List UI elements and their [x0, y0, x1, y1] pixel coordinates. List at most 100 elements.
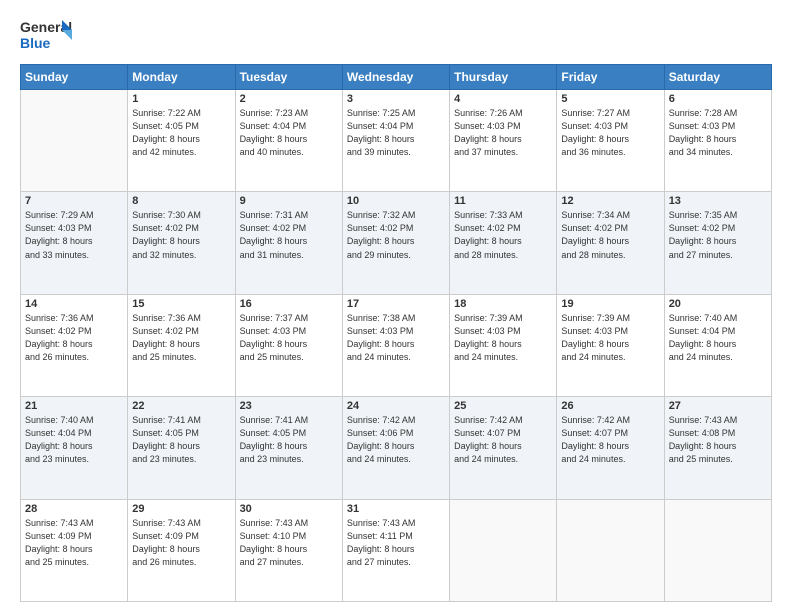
day-info: Sunrise: 7:36 AM Sunset: 4:02 PM Dayligh… — [132, 312, 230, 364]
calendar-cell: 22Sunrise: 7:41 AM Sunset: 4:05 PM Dayli… — [128, 397, 235, 499]
day-number: 25 — [454, 400, 552, 412]
day-number: 20 — [669, 298, 767, 310]
calendar-cell: 28 Sunrise: 7:43 AM Sunset: 4:09 PM Dayli… — [21, 499, 128, 601]
day-number: 19 — [561, 298, 659, 310]
day-info: Sunrise: 7:26 AM Sunset: 4:03 PM Dayligh… — [454, 107, 552, 159]
day-info: Sunrise: 7:43 AM Sunset: 4:08 PM Dayligh… — [669, 414, 767, 466]
day-of-week-header: Sunday — [21, 65, 128, 90]
day-of-week-header: Wednesday — [342, 65, 449, 90]
calendar-cell: 24 Sunrise: 7:42 AM Sunset: 4:06 PM Dayli… — [342, 397, 449, 499]
day-of-week-header: Saturday — [664, 65, 771, 90]
day-of-week-header: Monday — [128, 65, 235, 90]
day-number: 11 — [454, 195, 552, 207]
calendar-cell: 12 Sunrise: 7:34 AM Sunset: 4:02 PM Dayli… — [557, 192, 664, 294]
calendar-cell: 10 Sunrise: 7:32 AM Sunset: 4:02 PM Dayli… — [342, 192, 449, 294]
day-number: 15 — [132, 298, 230, 310]
calendar-cell: 31 Sunrise: 7:43 AM Sunset: 4:11 PM Dayli… — [342, 499, 449, 601]
day-info: Sunrise: 7:40 AM Sunset: 4:04 PM Dayligh… — [25, 414, 123, 466]
calendar-week-row: 14 Sunrise: 7:36 AM Sunset: 4:02 PM Dayli… — [21, 294, 772, 396]
calendar-cell: 5Sunrise: 7:27 AM Sunset: 4:03 PM Daylig… — [557, 90, 664, 192]
day-info: Sunrise: 7:35 AM Sunset: 4:02 PM Dayligh… — [669, 209, 767, 261]
day-info: Sunrise: 7:28 AM Sunset: 4:03 PM Dayligh… — [669, 107, 767, 159]
calendar-week-row: 1 Sunrise: 7:22 AM Sunset: 4:05 PM Daylig… — [21, 90, 772, 192]
day-number: 10 — [347, 195, 445, 207]
calendar-cell: 19 Sunrise: 7:39 AM Sunset: 4:03 PM Dayli… — [557, 294, 664, 396]
calendar-cell: 6 Sunrise: 7:28 AM Sunset: 4:03 PM Daylig… — [664, 90, 771, 192]
day-info: Sunrise: 7:34 AM Sunset: 4:02 PM Dayligh… — [561, 209, 659, 261]
svg-text:Blue: Blue — [20, 35, 51, 51]
calendar-cell: 30 Sunrise: 7:43 AM Sunset: 4:10 PM Dayli… — [235, 499, 342, 601]
calendar-cell: 14 Sunrise: 7:36 AM Sunset: 4:02 PM Dayli… — [21, 294, 128, 396]
day-info: Sunrise: 7:27 AM Sunset: 4:03 PM Dayligh… — [561, 107, 659, 159]
day-info: Sunrise: 7:37 AM Sunset: 4:03 PM Dayligh… — [240, 312, 338, 364]
day-number: 16 — [240, 298, 338, 310]
header: GeneralBlue — [20, 16, 772, 56]
day-number: 29 — [132, 503, 230, 515]
day-number: 4 — [454, 93, 552, 105]
day-info: Sunrise: 7:36 AM Sunset: 4:02 PM Dayligh… — [25, 312, 123, 364]
day-info: Sunrise: 7:39 AM Sunset: 4:03 PM Dayligh… — [454, 312, 552, 364]
calendar-cell — [450, 499, 557, 601]
day-number: 14 — [25, 298, 123, 310]
calendar-cell: 23Sunrise: 7:41 AM Sunset: 4:05 PM Dayli… — [235, 397, 342, 499]
day-info: Sunrise: 7:23 AM Sunset: 4:04 PM Dayligh… — [240, 107, 338, 159]
day-number: 24 — [347, 400, 445, 412]
calendar-cell: 13 Sunrise: 7:35 AM Sunset: 4:02 PM Dayli… — [664, 192, 771, 294]
day-info: Sunrise: 7:41 AM Sunset: 4:05 PM Dayligh… — [132, 414, 230, 466]
calendar-cell: 4 Sunrise: 7:26 AM Sunset: 4:03 PM Daylig… — [450, 90, 557, 192]
calendar-cell: 8 Sunrise: 7:30 AM Sunset: 4:02 PM Daylig… — [128, 192, 235, 294]
logo: GeneralBlue — [20, 16, 75, 56]
calendar-week-row: 21Sunrise: 7:40 AM Sunset: 4:04 PM Dayli… — [21, 397, 772, 499]
day-number: 31 — [347, 503, 445, 515]
calendar-cell: 17 Sunrise: 7:38 AM Sunset: 4:03 PM Dayli… — [342, 294, 449, 396]
logo-svg: GeneralBlue — [20, 16, 75, 56]
calendar-cell — [664, 499, 771, 601]
calendar-cell: 27 Sunrise: 7:43 AM Sunset: 4:08 PM Dayli… — [664, 397, 771, 499]
calendar-cell: 26 Sunrise: 7:42 AM Sunset: 4:07 PM Dayli… — [557, 397, 664, 499]
day-number: 30 — [240, 503, 338, 515]
calendar-cell: 18 Sunrise: 7:39 AM Sunset: 4:03 PM Dayli… — [450, 294, 557, 396]
day-info: Sunrise: 7:39 AM Sunset: 4:03 PM Dayligh… — [561, 312, 659, 364]
calendar-cell — [557, 499, 664, 601]
day-number: 23 — [240, 400, 338, 412]
day-number: 18 — [454, 298, 552, 310]
calendar-cell: 25Sunrise: 7:42 AM Sunset: 4:07 PM Dayli… — [450, 397, 557, 499]
day-info: Sunrise: 7:43 AM Sunset: 4:09 PM Dayligh… — [132, 517, 230, 569]
day-info: Sunrise: 7:30 AM Sunset: 4:02 PM Dayligh… — [132, 209, 230, 261]
calendar-header-row: SundayMondayTuesdayWednesdayThursdayFrid… — [21, 65, 772, 90]
day-number: 7 — [25, 195, 123, 207]
calendar-cell: 11 Sunrise: 7:33 AM Sunset: 4:02 PM Dayli… — [450, 192, 557, 294]
page: GeneralBlue SundayMondayTuesdayWednesday… — [0, 0, 792, 612]
day-info: Sunrise: 7:43 AM Sunset: 4:11 PM Dayligh… — [347, 517, 445, 569]
day-info: Sunrise: 7:43 AM Sunset: 4:10 PM Dayligh… — [240, 517, 338, 569]
calendar-cell: 29 Sunrise: 7:43 AM Sunset: 4:09 PM Dayli… — [128, 499, 235, 601]
day-info: Sunrise: 7:22 AM Sunset: 4:05 PM Dayligh… — [132, 107, 230, 159]
day-number: 8 — [132, 195, 230, 207]
day-number: 1 — [132, 93, 230, 105]
day-of-week-header: Tuesday — [235, 65, 342, 90]
day-info: Sunrise: 7:31 AM Sunset: 4:02 PM Dayligh… — [240, 209, 338, 261]
day-of-week-header: Friday — [557, 65, 664, 90]
day-number: 12 — [561, 195, 659, 207]
day-number: 28 — [25, 503, 123, 515]
day-info: Sunrise: 7:42 AM Sunset: 4:07 PM Dayligh… — [561, 414, 659, 466]
calendar-cell: 9Sunrise: 7:31 AM Sunset: 4:02 PM Daylig… — [235, 192, 342, 294]
day-number: 13 — [669, 195, 767, 207]
day-info: Sunrise: 7:33 AM Sunset: 4:02 PM Dayligh… — [454, 209, 552, 261]
day-number: 2 — [240, 93, 338, 105]
calendar-week-row: 7 Sunrise: 7:29 AM Sunset: 4:03 PM Daylig… — [21, 192, 772, 294]
calendar-cell: 15 Sunrise: 7:36 AM Sunset: 4:02 PM Dayli… — [128, 294, 235, 396]
day-number: 17 — [347, 298, 445, 310]
day-info: Sunrise: 7:38 AM Sunset: 4:03 PM Dayligh… — [347, 312, 445, 364]
calendar-cell: 21Sunrise: 7:40 AM Sunset: 4:04 PM Dayli… — [21, 397, 128, 499]
day-info: Sunrise: 7:32 AM Sunset: 4:02 PM Dayligh… — [347, 209, 445, 261]
day-number: 6 — [669, 93, 767, 105]
day-number: 3 — [347, 93, 445, 105]
day-info: Sunrise: 7:40 AM Sunset: 4:04 PM Dayligh… — [669, 312, 767, 364]
day-info: Sunrise: 7:29 AM Sunset: 4:03 PM Dayligh… — [25, 209, 123, 261]
calendar-cell: 16 Sunrise: 7:37 AM Sunset: 4:03 PM Dayli… — [235, 294, 342, 396]
day-info: Sunrise: 7:43 AM Sunset: 4:09 PM Dayligh… — [25, 517, 123, 569]
day-number: 27 — [669, 400, 767, 412]
day-info: Sunrise: 7:42 AM Sunset: 4:06 PM Dayligh… — [347, 414, 445, 466]
day-number: 26 — [561, 400, 659, 412]
